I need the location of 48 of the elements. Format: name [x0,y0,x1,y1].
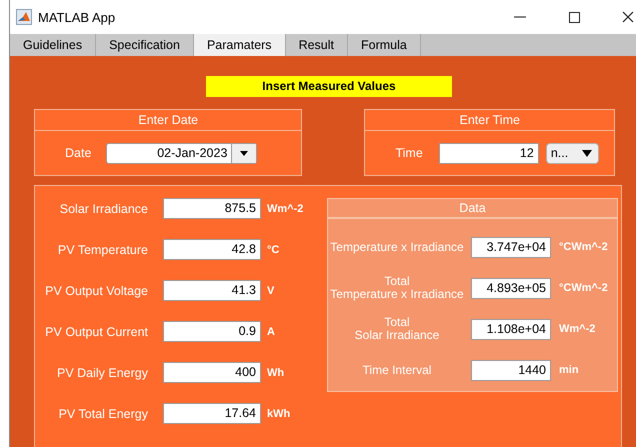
field-label: Total Temperature x Irradiance [329,275,465,301]
field-label: PV Output Current [44,324,148,338]
output-field: 4.893e+05 [471,278,551,298]
field-label: Date [65,146,92,160]
unit-label: Wh [267,366,284,378]
input-field[interactable]: 42.8 [163,239,261,260]
input-field[interactable]: 0.9 [163,321,261,342]
panel-title: Data [328,199,617,219]
unit-label: °CWm^-2 [559,241,608,253]
output-field: 1440 [471,360,551,380]
field-label: PV Output Voltage [44,284,148,298]
input-field[interactable]: 41.3 [163,280,261,301]
caret-icon [240,150,248,156]
unit-label: °CWm^-2 [559,282,608,294]
field-label: PV Temperature [56,242,148,256]
input-field[interactable]: 17.64 [163,403,261,424]
output-field: 1.108e+04 [471,318,551,340]
unit-label: °C [267,244,280,256]
matlab-logo-icon [16,9,32,25]
unit-label: Wm^-2 [267,202,304,214]
tab[interactable]: Paramaters [194,34,286,56]
unit-label: Wm^-2 [559,323,596,335]
tab[interactable]: Specification [96,34,194,56]
date-picker[interactable]: 02-Jan-2023 [106,142,258,164]
unit-label: V [267,284,274,296]
tab[interactable]: Result [286,34,348,56]
field-label: PV Total Energy [58,406,148,420]
unit-label: min [559,364,579,376]
field-label: Temperature x Irradiance [329,240,465,254]
input-field[interactable]: 12 [438,142,539,164]
field-label: Time Interval [362,364,432,376]
panel-title: Enter Date [35,110,302,131]
field-label: Solar Irradiance [58,202,148,216]
input-field[interactable]: 875.5 [163,198,261,219]
panel-title: Enter Time [365,110,614,131]
field-label: Time [395,146,423,160]
unit-label: kWh [267,408,290,420]
output-field: 3.747e+04 [471,236,551,258]
field-label: PV Daily Energy [56,366,148,380]
field-label: Total Solar Irradiance [354,316,440,342]
window-title: MATLAB App [38,10,116,24]
unit-dropdown[interactable]: n... [546,142,599,164]
tab[interactable]: Guidelines [10,34,96,56]
caret-icon [582,150,592,156]
tab[interactable]: Formula [348,34,421,56]
unit-label: A [267,326,275,338]
banner: Insert Measured Values [206,76,452,97]
input-field[interactable]: 400 [163,362,261,383]
